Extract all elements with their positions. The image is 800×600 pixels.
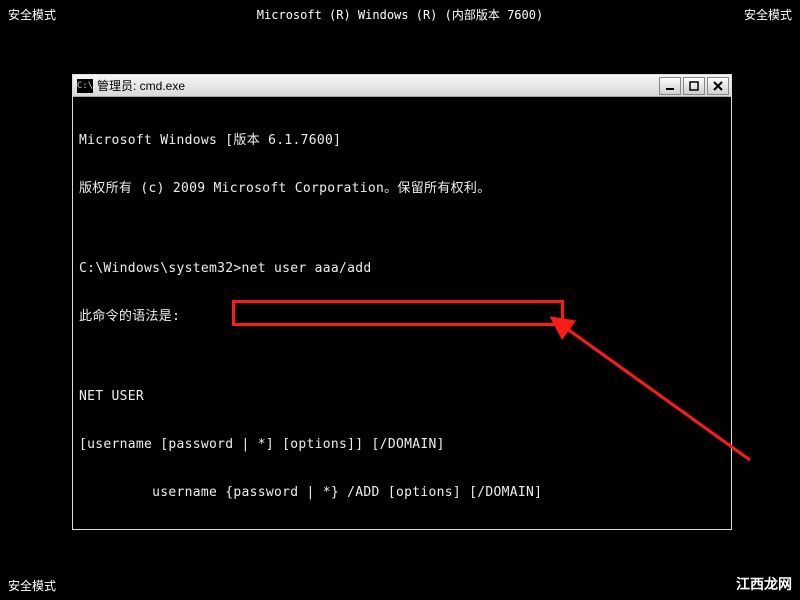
cmd-window[interactable]: C:\ 管理员: cmd.exe Microsoft Windows [版本 6… xyxy=(72,74,732,530)
titlebar[interactable]: C:\ 管理员: cmd.exe xyxy=(73,75,731,97)
minimize-icon xyxy=(665,81,675,91)
terminal-output[interactable]: Microsoft Windows [版本 6.1.7600] 版权所有 (c)… xyxy=(73,97,731,529)
safemode-label-bottomleft: 安全模式 xyxy=(8,577,56,594)
minimize-button[interactable] xyxy=(659,77,681,95)
terminal-line: username {password | *} /ADD [options] [… xyxy=(79,485,725,501)
terminal-line: 此命令的语法是: xyxy=(79,309,725,325)
close-icon xyxy=(713,81,723,91)
cmd-icon: C:\ xyxy=(77,79,93,93)
watermark: 江西龙网 xyxy=(736,574,792,594)
window-controls xyxy=(659,77,729,95)
close-button[interactable] xyxy=(707,77,729,95)
maximize-icon xyxy=(689,81,699,91)
window-title: 管理员: cmd.exe xyxy=(97,77,659,94)
safemode-label-topright: 安全模式 xyxy=(744,6,792,23)
terminal-line: C:\Windows\system32>net user aaa/add xyxy=(79,261,725,277)
safemode-label-topleft: 安全模式 xyxy=(8,6,56,23)
maximize-button[interactable] xyxy=(683,77,705,95)
os-title: Microsoft (R) Windows (R) (内部版本 7600) xyxy=(257,6,543,23)
terminal-line: [username [password | *] [options]] [/DO… xyxy=(79,437,725,453)
terminal-line: Microsoft Windows [版本 6.1.7600] xyxy=(79,133,725,149)
terminal-line: 版权所有 (c) 2009 Microsoft Corporation。保留所有… xyxy=(79,181,725,197)
terminal-line: NET USER xyxy=(79,389,725,405)
